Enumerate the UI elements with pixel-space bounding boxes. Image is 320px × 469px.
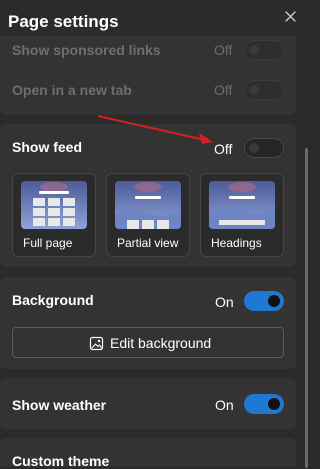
show-feed-label: Show feed [12, 139, 83, 155]
show-weather-label: Show weather [12, 397, 107, 413]
layout-headings[interactable]: Headings [200, 173, 284, 257]
headings-thumbnail [209, 181, 275, 229]
edit-background-button[interactable]: Edit background [12, 327, 284, 358]
layout-partial-view-label: Partial view [117, 236, 179, 250]
partial-view-thumbnail [115, 181, 181, 229]
sponsored-links-toggle[interactable] [244, 40, 284, 60]
annotation-arrow [97, 115, 213, 144]
new-tab-state: Off [214, 82, 233, 98]
background-label: Background [12, 292, 94, 308]
background-state: On [215, 294, 234, 310]
show-weather-state: On [215, 397, 234, 413]
layout-full-page[interactable]: Full page [12, 173, 96, 257]
close-icon[interactable] [282, 8, 300, 26]
layout-partial-view[interactable]: Partial view [106, 173, 190, 257]
new-tab-toggle[interactable] [244, 80, 284, 100]
sponsored-links-label: Show sponsored links [12, 42, 161, 58]
panel-header: Page settings [0, 0, 310, 40]
sponsored-links-state: Off [214, 42, 233, 58]
image-icon [89, 336, 104, 350]
page-title: Page settings [8, 12, 119, 31]
edit-background-label: Edit background [110, 335, 212, 351]
background-toggle[interactable] [244, 291, 284, 311]
layout-headings-label: Headings [211, 236, 262, 250]
scrollbar[interactable] [305, 148, 308, 468]
show-feed-toggle[interactable] [244, 138, 284, 158]
new-tab-label: Open in a new tab [12, 82, 132, 98]
layout-full-page-label: Full page [23, 236, 73, 250]
show-weather-toggle[interactable] [244, 394, 284, 414]
full-page-thumbnail [21, 181, 87, 229]
